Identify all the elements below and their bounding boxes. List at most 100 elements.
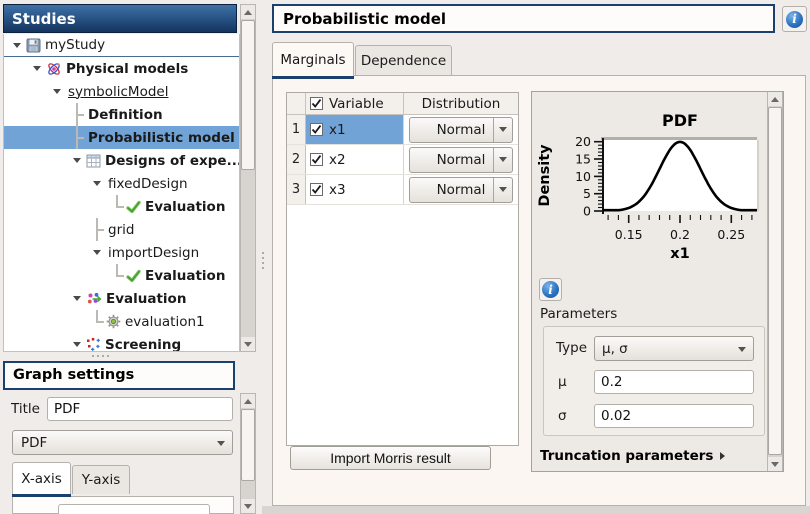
chevron-down-icon[interactable] <box>493 148 512 172</box>
tab-dependence[interactable]: Dependence <box>355 45 452 75</box>
distribution-select[interactable]: Normal <box>409 117 513 143</box>
variable-cell[interactable]: x1 <box>306 115 404 144</box>
graph-settings-scrollbar-down-icon[interactable] <box>241 499 255 513</box>
parameter-type-select[interactable]: μ, σ <box>594 336 754 361</box>
tree-scrollbar-thumb[interactable] <box>241 20 255 170</box>
graph-settings-scrollbar[interactable] <box>240 393 256 514</box>
model-info-button[interactable]: i <box>782 6 807 32</box>
axis-setting-input-partial[interactable] <box>58 504 210 514</box>
tree-scrollbar[interactable] <box>240 4 256 352</box>
svg-text:10: 10 <box>575 169 591 184</box>
graph-title-input[interactable] <box>47 397 233 421</box>
variables-table-header: Variable Distribution <box>287 93 518 115</box>
variables-table[interactable]: Variable Distribution 1x1Normal2x2Normal… <box>286 92 519 446</box>
tree-item-definition[interactable]: Definition <box>4 103 239 126</box>
svg-text:0.15: 0.15 <box>615 227 643 242</box>
tree-item-label: Evaluation <box>141 268 225 284</box>
tree-item-mystudy[interactable]: myStudy <box>4 34 239 57</box>
tree-branch-line <box>110 195 124 218</box>
plot-type-select-value: PDF <box>21 435 47 451</box>
variable-checkbox[interactable] <box>310 123 323 136</box>
burst-icon <box>86 291 102 307</box>
tree-branch-line <box>90 310 104 333</box>
tree-scrollbar-up-icon[interactable] <box>241 5 255 19</box>
tree-item-symbolicmodel[interactable]: symbolicModel <box>4 80 239 103</box>
horizontal-splitter-handle[interactable] <box>92 355 109 357</box>
tree-scrollbar-down-icon[interactable] <box>241 337 255 351</box>
panel-scrollbar-up-icon[interactable] <box>768 92 782 106</box>
expander-arrow-icon[interactable] <box>90 172 104 195</box>
tab-y-axis[interactable]: Y-axis <box>72 465 130 494</box>
distribution-cell: Normal <box>404 145 518 174</box>
distribution-select[interactable]: Normal <box>409 177 513 203</box>
distribution-info-button[interactable]: i <box>539 278 562 301</box>
truncation-parameters-toggle[interactable]: Truncation parameters <box>540 448 725 464</box>
table-row-x3[interactable]: 3x3Normal <box>287 175 518 205</box>
studies-panel-header: Studies <box>3 4 237 33</box>
tree-item-label: Definition <box>84 107 163 123</box>
tree-item-evaluation[interactable]: Evaluation <box>4 264 239 287</box>
table-row-x1[interactable]: 1x1Normal <box>287 115 518 145</box>
graph-settings-scrollbar-up-icon[interactable] <box>241 394 255 408</box>
table-row-x2[interactable]: 2 x2 Normal <box>287 145 518 175</box>
variable-checkbox[interactable] <box>310 183 323 196</box>
svg-text:5: 5 <box>583 186 591 201</box>
tree-item-grid[interactable]: grid <box>4 218 239 241</box>
svg-text:Density: Density <box>537 144 553 207</box>
save-icon <box>26 38 41 53</box>
variable-cell[interactable]: x2 <box>306 145 404 174</box>
expander-arrow-icon[interactable] <box>50 80 64 103</box>
chevron-down-icon[interactable] <box>493 118 512 142</box>
tree-branch-line <box>110 264 124 287</box>
tab-marginals[interactable]: Marginals <box>272 42 354 76</box>
tree-item-label: fixedDesign <box>104 176 188 192</box>
parameters-group: Type μ, σ μ σ <box>543 326 765 436</box>
tree-item-designs-of-expe-[interactable]: Designs of expe... <box>4 149 239 172</box>
distribution-column-header: Distribution <box>404 93 518 114</box>
distribution-panel-scrollbar[interactable] <box>767 92 783 471</box>
distribution-select[interactable]: Normal <box>409 147 513 173</box>
tree-item-physical-models[interactable]: Physical models <box>4 57 239 80</box>
select-all-checkbox[interactable] <box>310 97 323 110</box>
check-icon <box>126 269 141 283</box>
sigma-input[interactable] <box>594 404 754 428</box>
chevron-down-icon <box>217 441 225 446</box>
graph-settings-scrollbar-thumb[interactable] <box>241 409 255 481</box>
expander-arrow-icon[interactable] <box>70 149 84 172</box>
svg-text:15: 15 <box>575 152 591 167</box>
sigma-label: σ <box>558 408 567 424</box>
chevron-right-icon <box>720 452 725 460</box>
variable-cell[interactable]: x3 <box>306 175 404 204</box>
expander-arrow-icon[interactable] <box>70 333 84 352</box>
expander-arrow-icon[interactable] <box>70 287 84 310</box>
info-icon: i <box>786 11 803 28</box>
tree-item-importdesign[interactable]: importDesign <box>4 241 239 264</box>
tree-item-screening[interactable]: Screening <box>4 333 239 352</box>
row-number: 2 <box>287 145 306 174</box>
panel-scrollbar-thumb[interactable] <box>768 107 782 455</box>
variable-column-label: Variable <box>329 96 384 112</box>
mu-input[interactable] <box>594 370 754 394</box>
expander-arrow-icon[interactable] <box>30 57 44 80</box>
variable-column-header[interactable]: Variable <box>306 93 404 114</box>
chevron-down-icon[interactable] <box>493 178 512 202</box>
gear-icon <box>106 314 121 329</box>
variable-name: x1 <box>329 122 346 138</box>
expander-arrow-icon[interactable] <box>10 34 24 57</box>
study-tree[interactable]: myStudyPhysical modelssymbolicModel Defin… <box>3 34 240 352</box>
variable-checkbox[interactable] <box>310 153 323 166</box>
import-morris-result-button[interactable]: Import Morris result <box>290 446 491 470</box>
tree-item-evaluation[interactable]: Evaluation <box>4 287 239 310</box>
axis-settings-pane <box>12 496 234 514</box>
plot-type-select[interactable]: PDF <box>12 430 233 455</box>
tree-item-probabilistic-model[interactable]: Probabilistic model <box>4 126 239 149</box>
tab-x-axis[interactable]: X-axis <box>12 462 71 494</box>
expander-arrow-icon[interactable] <box>90 241 104 264</box>
panel-scrollbar-down-icon[interactable] <box>768 457 782 471</box>
svg-text:0: 0 <box>583 204 591 219</box>
tree-item-evaluation1[interactable]: evaluation1 <box>4 310 239 333</box>
variable-name: x2 <box>329 152 346 168</box>
vertical-splitter-handle[interactable] <box>262 252 264 269</box>
tree-item-fixeddesign[interactable]: fixedDesign <box>4 172 239 195</box>
tree-item-evaluation[interactable]: Evaluation <box>4 195 239 218</box>
